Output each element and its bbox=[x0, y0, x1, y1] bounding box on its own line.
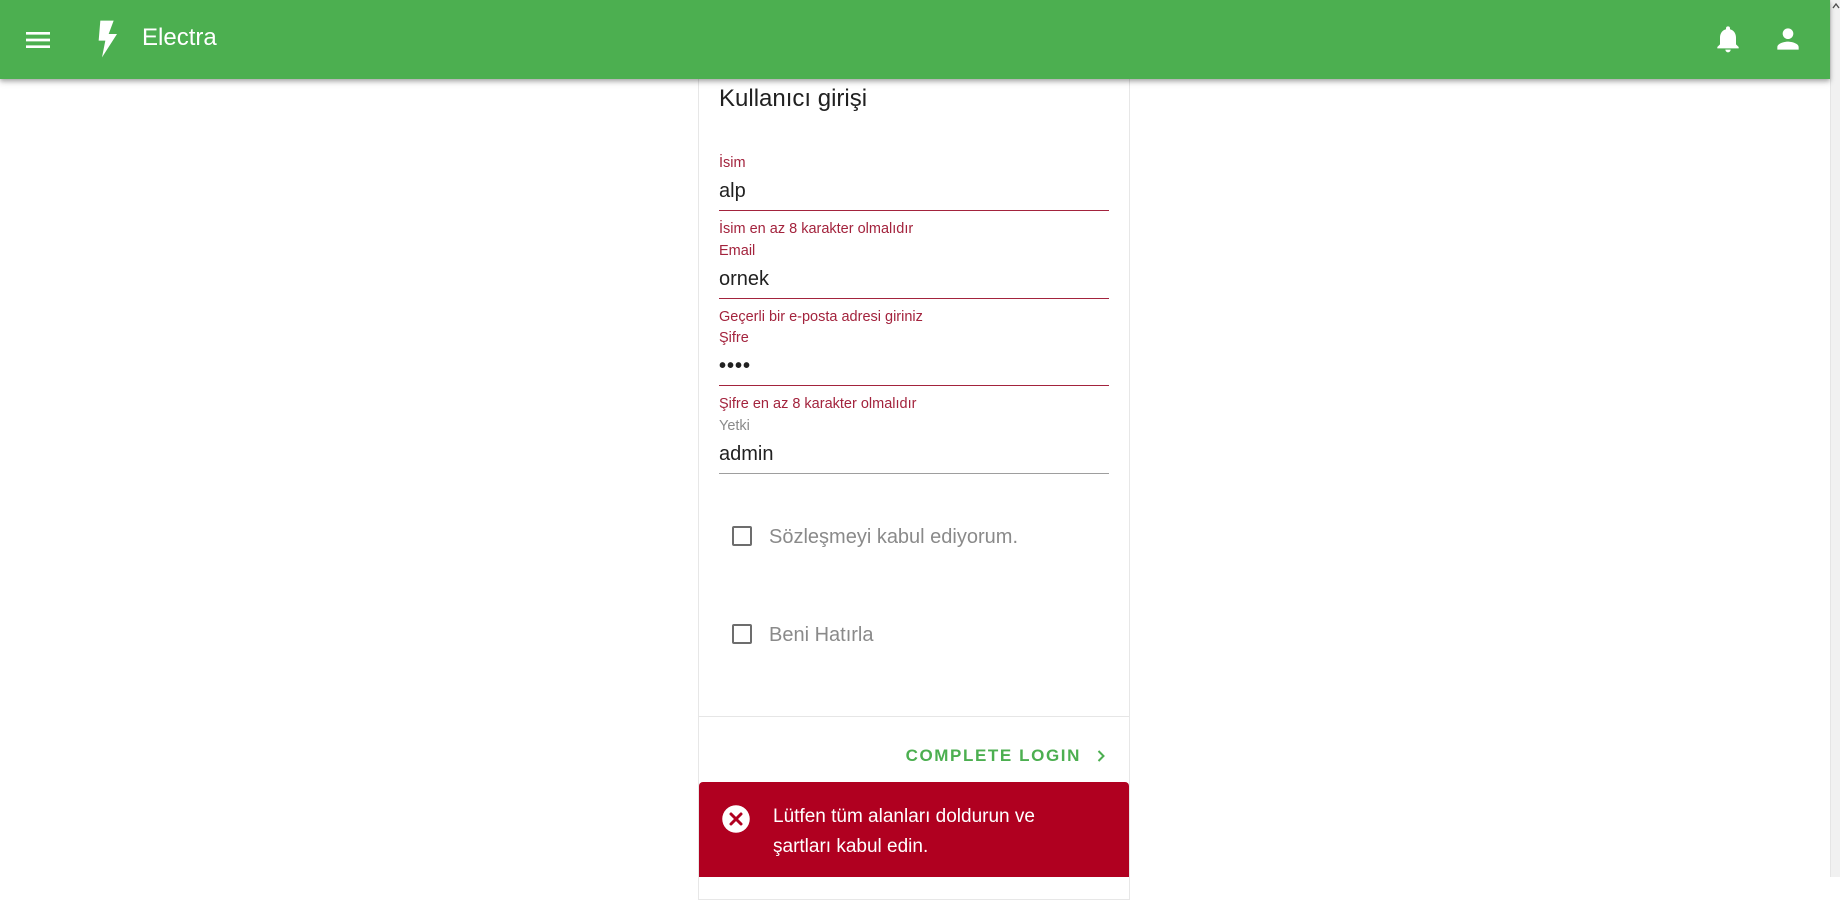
page-title: Kullanıcı girişi bbox=[719, 85, 868, 112]
email-input[interactable]: ornek bbox=[719, 266, 1109, 292]
role-underline bbox=[719, 473, 1109, 474]
email-label: Email bbox=[719, 243, 756, 259]
role-label: Yetki bbox=[719, 418, 750, 434]
chevron-right-icon bbox=[1097, 750, 1105, 762]
bell-icon[interactable] bbox=[1712, 23, 1744, 55]
snackbar-message: Lütfen tüm alanları doldurun ve şartları… bbox=[773, 806, 1035, 857]
scroll-up-arrow-icon[interactable] bbox=[1832, 2, 1840, 10]
name-input[interactable]: alp bbox=[719, 178, 1109, 204]
app-bar: Electra bbox=[0, 0, 1830, 79]
password-underline bbox=[719, 385, 1109, 386]
menu-icon[interactable] bbox=[22, 24, 54, 56]
scrollbar[interactable] bbox=[1830, 0, 1840, 877]
card-divider bbox=[699, 716, 1129, 717]
name-error-message: İsim en az 8 karakter olmalıdır bbox=[719, 221, 914, 237]
checkbox-box[interactable] bbox=[732, 624, 752, 644]
password-error-message: Şifre en az 8 karakter olmalıdır bbox=[719, 396, 917, 412]
password-input[interactable]: •••• bbox=[719, 353, 1109, 379]
account-icon[interactable] bbox=[1772, 23, 1804, 55]
accept-terms-label: Sözleşmeyi kabul ediyorum. bbox=[769, 526, 1018, 548]
checkbox-box[interactable] bbox=[732, 526, 752, 546]
complete-login-button[interactable]: COMPLETE LOGIN bbox=[905, 736, 1115, 776]
email-underline bbox=[719, 298, 1109, 299]
login-card: Kullanıcı girişi İsim alp İsim en az 8 k… bbox=[698, 60, 1130, 900]
complete-login-label: COMPLETE LOGIN bbox=[905, 746, 1081, 765]
error-circle-icon bbox=[722, 805, 750, 833]
name-underline bbox=[719, 210, 1109, 211]
password-label: Şifre bbox=[719, 330, 749, 346]
remember-me-label: Beni Hatırla bbox=[769, 624, 874, 646]
email-error-message: Geçerli bir e-posta adresi giriniz bbox=[719, 309, 923, 325]
name-label: İsim bbox=[719, 155, 746, 171]
error-snackbar: Lütfen tüm alanları doldurun ve şartları… bbox=[699, 782, 1129, 877]
lightning-bolt-icon bbox=[93, 19, 121, 59]
app-title: Electra bbox=[142, 24, 217, 51]
role-input[interactable]: admin bbox=[719, 441, 1109, 467]
